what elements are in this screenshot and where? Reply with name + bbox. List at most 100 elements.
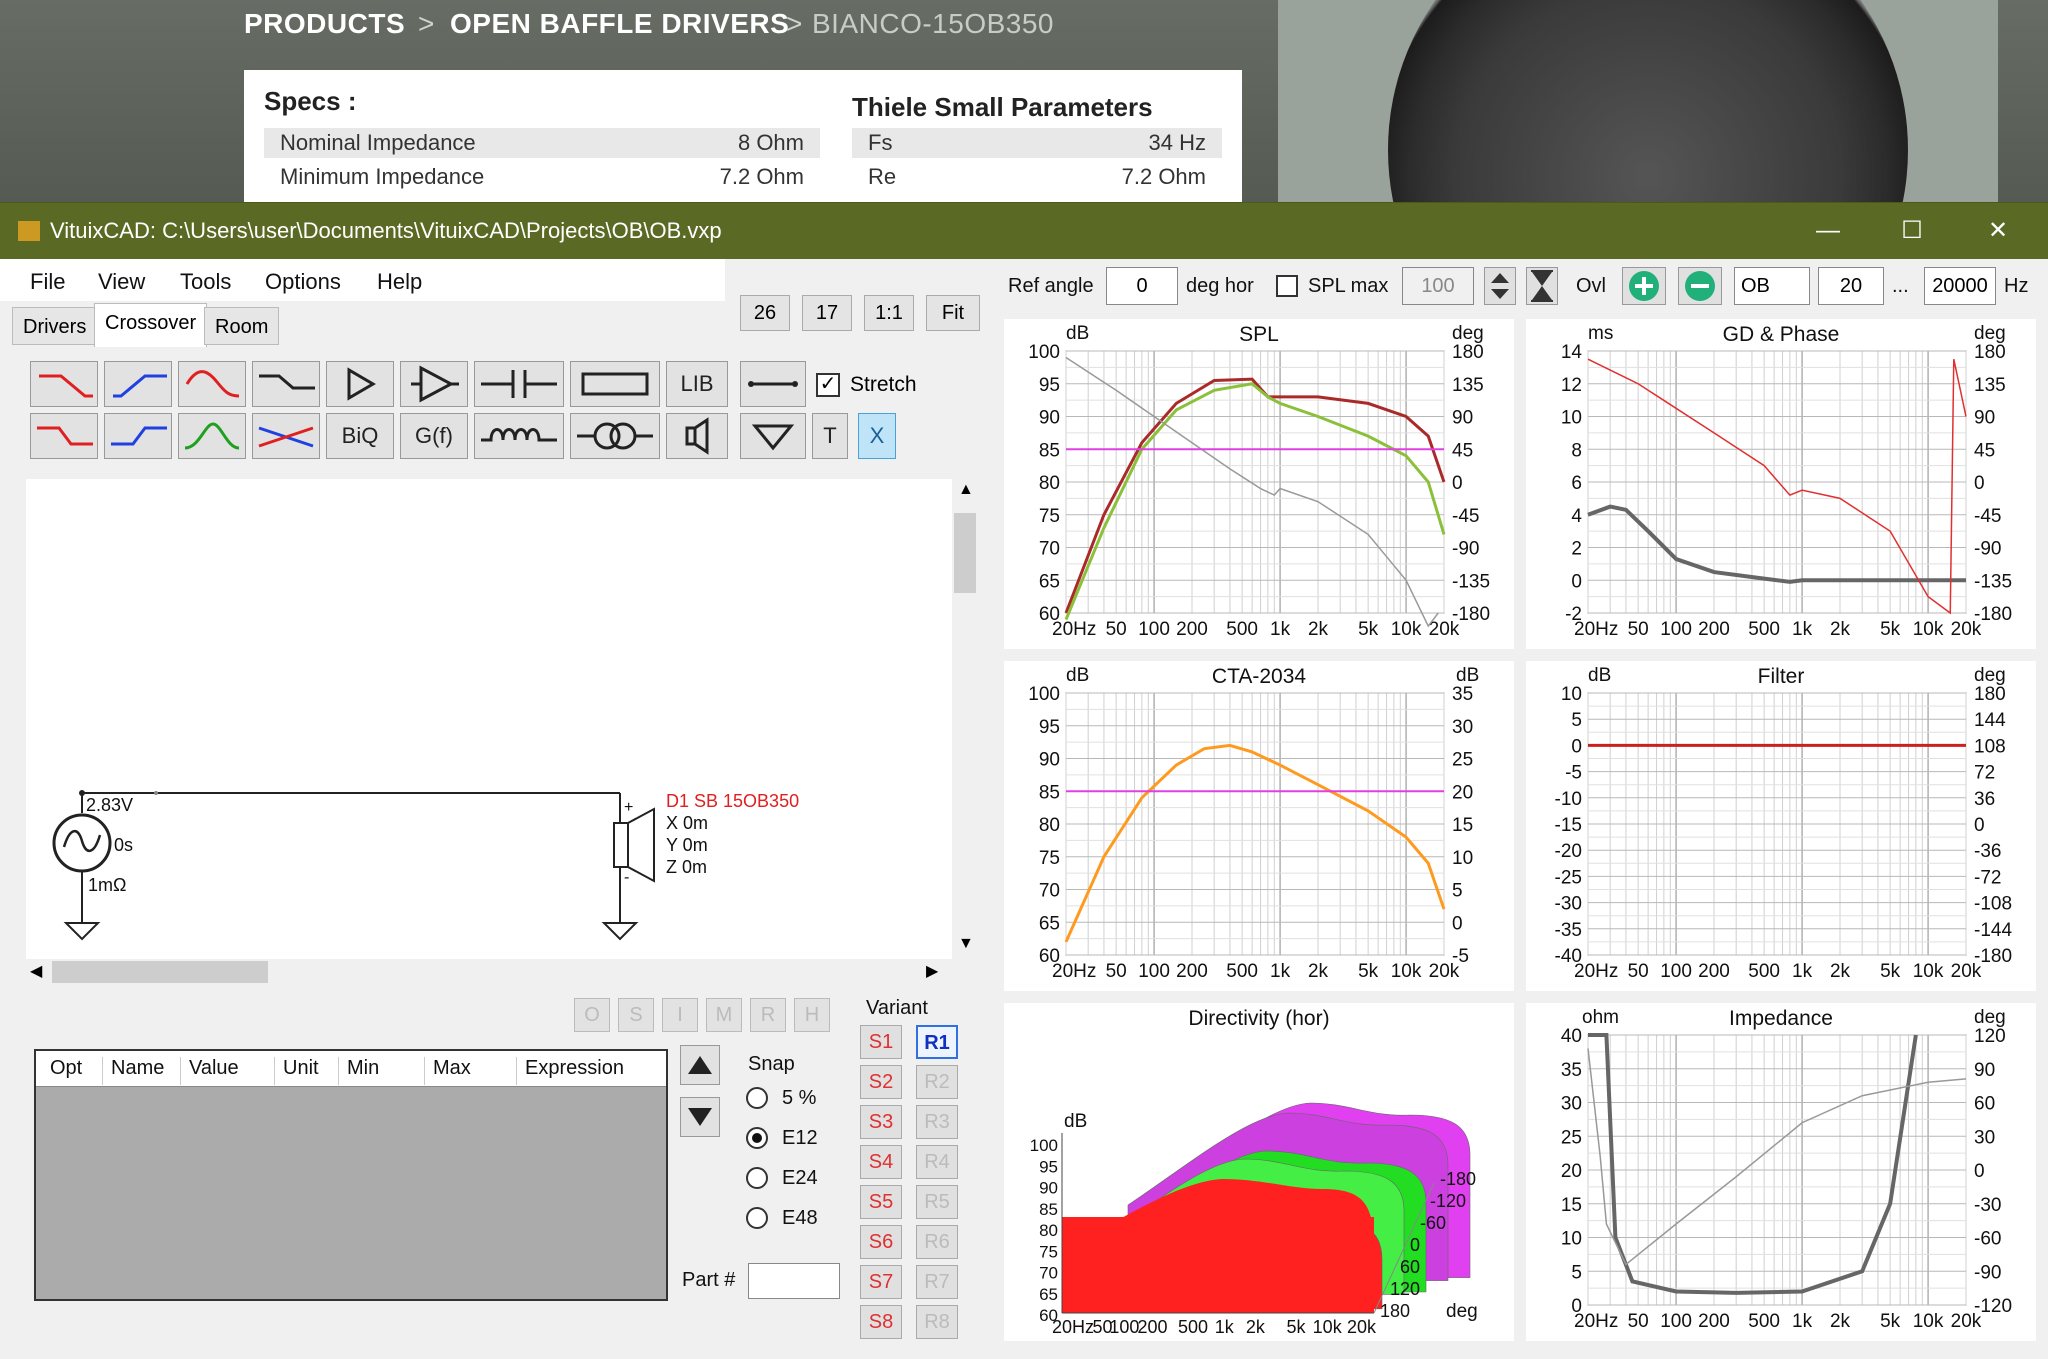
freq-high-input[interactable]: 20000 (1924, 267, 1996, 305)
lowpass-2-button[interactable] (178, 361, 246, 407)
menu-tools[interactable]: Tools (180, 269, 231, 295)
variant-r3-button[interactable]: R3 (916, 1105, 958, 1139)
spl-max-input[interactable]: 100 (1402, 267, 1474, 305)
scroll-thumb[interactable] (954, 513, 976, 593)
highpass-3-button[interactable] (104, 413, 172, 459)
variant-r2-button[interactable]: R2 (916, 1065, 958, 1099)
opt-r-button[interactable]: R (750, 998, 786, 1032)
tab-crossover[interactable]: Crossover (94, 303, 208, 347)
lowpass-1-button[interactable] (30, 361, 98, 407)
menu-file[interactable]: File (30, 269, 65, 295)
part-input[interactable] (748, 1263, 840, 1299)
variant-r7-button[interactable]: R7 (916, 1265, 958, 1299)
freq-low-input[interactable]: 20 (1818, 267, 1884, 305)
column-header[interactable]: Name (102, 1057, 164, 1085)
variant-r4-button[interactable]: R4 (916, 1145, 958, 1179)
delete-tool-button[interactable]: X (858, 413, 896, 459)
stretch-checkbox[interactable]: ✓ (816, 373, 840, 397)
variant-s3-button[interactable]: S3 (860, 1105, 902, 1139)
snap-e12-radio[interactable] (746, 1127, 768, 1149)
column-header[interactable]: Value (180, 1057, 239, 1085)
normalize-button[interactable] (1526, 267, 1558, 305)
wire-button[interactable] (740, 361, 806, 407)
cta-chart-panel[interactable]: 100 95 90 85 80 75 70 65 60 35 30 25 20 15 10 5 0 -5 20Hz 5… (1004, 661, 1514, 991)
resistor-button[interactable] (570, 361, 660, 407)
spl-max-checkbox[interactable] (1276, 275, 1298, 297)
breadcrumb-products[interactable]: PRODUCTS (244, 8, 405, 40)
spl-spinner[interactable] (1484, 267, 1516, 305)
move-up-button[interactable] (680, 1045, 720, 1085)
ref-angle-input[interactable]: 0 (1106, 267, 1178, 305)
add-overlay-button[interactable] (1622, 267, 1666, 305)
column-header[interactable]: Opt (42, 1057, 82, 1085)
snap-e24-radio[interactable] (746, 1167, 768, 1189)
variant-r8-button[interactable]: R8 (916, 1305, 958, 1339)
variant-r5-button[interactable]: R5 (916, 1185, 958, 1219)
menu-view[interactable]: View (98, 269, 145, 295)
inductor-button[interactable] (474, 413, 564, 459)
opt-s-button[interactable]: S (618, 998, 654, 1032)
gf-button[interactable]: G(f) (400, 413, 468, 459)
close-button[interactable]: ✕ (1958, 203, 2038, 259)
horizontal-scrollbar[interactable]: ◀ ▶ (26, 959, 952, 985)
snap-e48-radio[interactable] (746, 1207, 768, 1229)
variant-s5-button[interactable]: S5 (860, 1185, 902, 1219)
gd-phase-chart-panel[interactable]: 14 12 10 8 6 4 2 0 -2 180 135 90 45 0 -45 -90 -135 -180 20… (1526, 319, 2036, 649)
zoom-17-button[interactable]: 17 (802, 295, 852, 331)
bandpass-button[interactable] (178, 413, 246, 459)
column-header[interactable]: Expression (516, 1057, 624, 1085)
zoom-1-1-button[interactable]: 1:1 (864, 295, 914, 331)
variant-s8-button[interactable]: S8 (860, 1305, 902, 1339)
opamp-button[interactable] (400, 361, 468, 407)
zoom-26-button[interactable]: 26 (740, 295, 790, 331)
remove-overlay-button[interactable] (1678, 267, 1722, 305)
variant-s2-button[interactable]: S2 (860, 1065, 902, 1099)
text-tool-button[interactable]: T (812, 413, 848, 459)
title-bar[interactable]: VituixCAD: C:\Users\user\Documents\Vitui… (0, 203, 2048, 259)
opt-m-button[interactable]: M (706, 998, 742, 1032)
optimizer-table[interactable]: Opt Name Value Unit Min Max Expression (34, 1049, 668, 1301)
variant-s4-button[interactable]: S4 (860, 1145, 902, 1179)
snap-5-radio[interactable] (746, 1087, 768, 1109)
move-down-button[interactable] (680, 1097, 720, 1137)
vertical-scrollbar[interactable]: ▲ ▼ (952, 479, 978, 959)
breadcrumb-category[interactable]: OPEN BAFFLE DRIVERS (450, 8, 789, 40)
driver-button[interactable] (666, 413, 728, 459)
capacitor-button[interactable] (474, 361, 564, 407)
biquad-button[interactable]: BiQ (326, 413, 394, 459)
buffer-button[interactable] (326, 361, 394, 407)
variant-s1-button[interactable]: S1 (860, 1025, 902, 1059)
variant-r6-button[interactable]: R6 (916, 1225, 958, 1259)
scroll-thumb[interactable] (52, 961, 268, 983)
spl-chart-panel[interactable]: 100 95 90 85 80 75 70 65 60 180 135 90 45 0 -45 -90 -135… (1004, 319, 1514, 649)
overlay-name-input[interactable]: OB (1734, 267, 1810, 305)
lowpass-3-button[interactable] (30, 413, 98, 459)
column-header[interactable]: Unit (274, 1057, 319, 1085)
filter-chart-panel[interactable]: 10 5 0 -5 -10 -15 -20 -25 -30 -35 -40 180 144 108 72 36… (1526, 661, 2036, 991)
column-header[interactable]: Max (424, 1057, 471, 1085)
crossover-pair-button[interactable] (252, 413, 320, 459)
opt-o-button[interactable]: O (574, 998, 610, 1032)
transformer-button[interactable] (570, 413, 660, 459)
impedance-chart-panel[interactable]: 40 35 30 25 20 15 10 5 0 120 90 60 30 0 -30 -60 -90 -120 2… (1526, 1003, 2036, 1341)
opt-i-button[interactable]: I (662, 998, 698, 1032)
highpass-1-button[interactable] (104, 361, 172, 407)
column-header[interactable]: Min (338, 1057, 379, 1085)
scroll-up-icon[interactable]: ▲ (958, 481, 974, 499)
driver-label[interactable]: D1 SB 15OB350 (666, 791, 799, 812)
scroll-right-icon[interactable]: ▶ (926, 961, 938, 981)
directivity-chart-panel[interactable]: dB 100 95 90 85 80 75 70 65 60 -180 -120 -60 0 60 120 18… (1004, 1003, 1514, 1341)
scroll-down-icon[interactable]: ▼ (958, 935, 974, 953)
scroll-left-icon[interactable]: ◀ (30, 961, 42, 981)
variant-s6-button[interactable]: S6 (860, 1225, 902, 1259)
library-button[interactable]: LIB (666, 361, 728, 407)
maximize-button[interactable]: ☐ (1872, 203, 1952, 259)
menu-help[interactable]: Help (377, 269, 422, 295)
opt-h-button[interactable]: H (794, 998, 830, 1032)
variant-r1-button[interactable]: R1 (916, 1025, 958, 1059)
shelf-button[interactable] (252, 361, 320, 407)
menu-options[interactable]: Options (265, 269, 341, 295)
ground-button[interactable] (740, 413, 806, 459)
variant-s7-button[interactable]: S7 (860, 1265, 902, 1299)
zoom-fit-button[interactable]: Fit (926, 295, 980, 331)
